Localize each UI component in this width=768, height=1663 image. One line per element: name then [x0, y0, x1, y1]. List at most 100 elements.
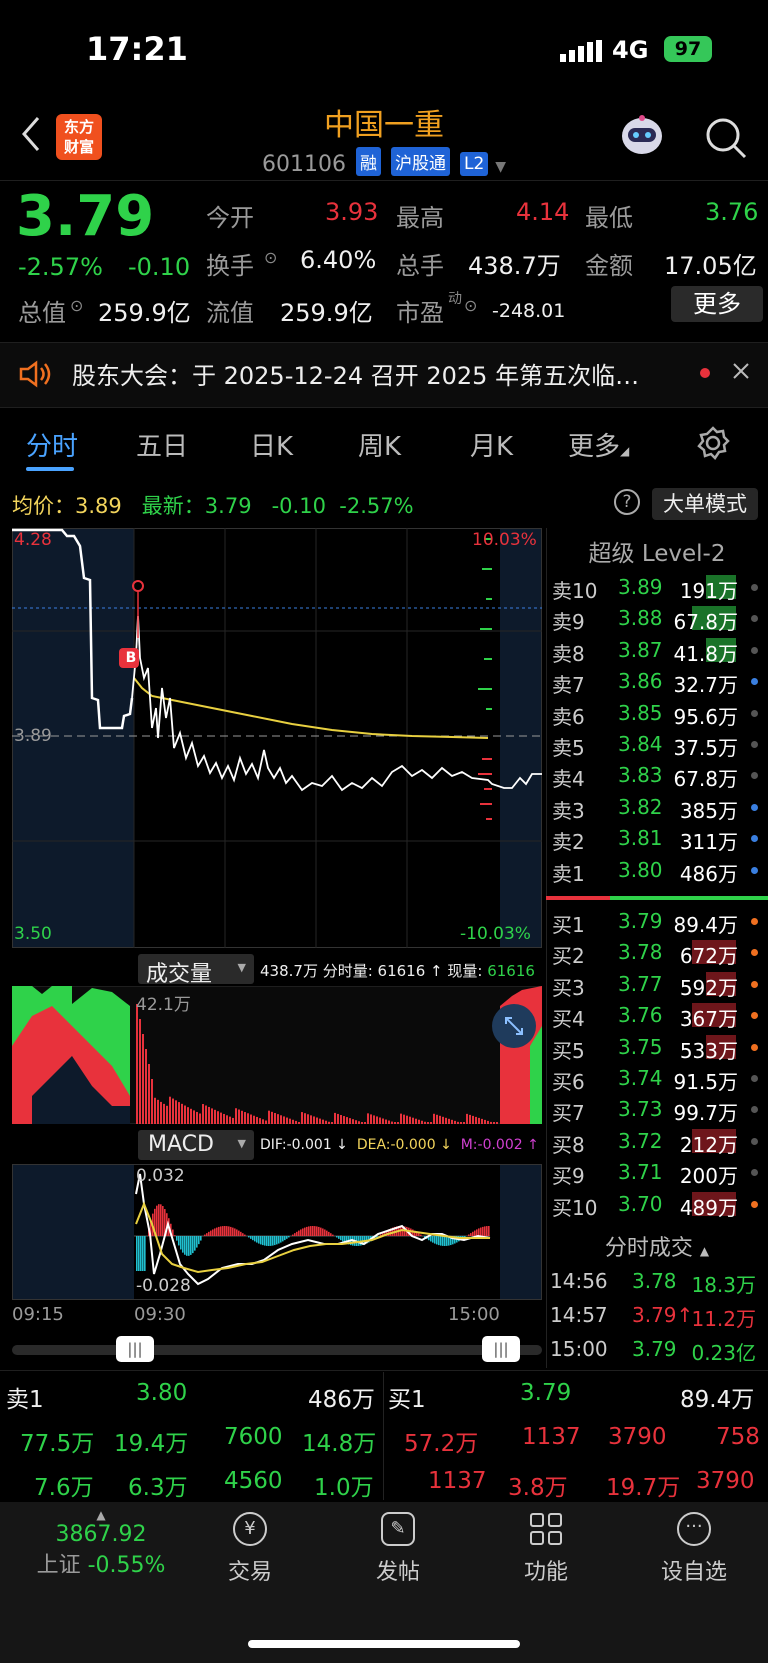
bid-row[interactable]: 买9 3.71 200万 [552, 1157, 764, 1188]
ask-volume: 486万 [679, 861, 738, 886]
help-icon[interactable]: ? [614, 489, 640, 515]
volume-bar [418, 1119, 420, 1124]
ask-row[interactable]: 卖7 3.86 32.7万 [552, 666, 764, 697]
settings-gear-icon[interactable] [696, 426, 730, 460]
ask-row[interactable]: 卖3 3.82 385万 [552, 792, 764, 823]
tab-intraday[interactable]: 分时 [26, 426, 78, 463]
volume-bar [427, 1122, 429, 1124]
close-icon[interactable] [732, 362, 750, 380]
strip-buy-price: 3.79 [520, 1380, 572, 1406]
macd-bar [306, 1226, 308, 1236]
expand-icon[interactable] [492, 1004, 536, 1048]
ask-row[interactable]: 卖1 3.80 486万 [552, 855, 764, 886]
stock-code-row[interactable]: 601106 融 沪股通 L2 ▼ [262, 147, 506, 177]
volume-bar [292, 1119, 294, 1124]
volume-bar [286, 1117, 288, 1124]
macd-bar [250, 1236, 252, 1239]
ask-row[interactable]: 卖6 3.85 95.6万 [552, 698, 764, 729]
ask-price: 3.85 [618, 700, 663, 725]
index-ticker[interactable]: ▲ 3867.92 上证 -0.55% [16, 1508, 186, 1579]
tab-monthly-k[interactable]: 月K [470, 426, 513, 463]
tab-more[interactable]: 更多◢ [568, 426, 629, 463]
pe-info-icon[interactable]: ⊙ [464, 296, 477, 315]
bid-row[interactable]: 买8 3.72 212万 [552, 1126, 764, 1157]
info-icon[interactable]: ⊙ [70, 296, 83, 315]
ask-volume: 67.8万 [673, 610, 738, 635]
bid-row[interactable]: 买2 3.78 672万 [552, 937, 764, 968]
volume-bar [403, 1114, 405, 1124]
amount-value: 17.05亿 [664, 252, 757, 280]
more-dots-icon: ··· [677, 1512, 711, 1546]
ask-level-label: 卖7 [552, 673, 585, 698]
bid-row[interactable]: 买7 3.73 99.7万 [552, 1094, 764, 1125]
macd-bar [312, 1226, 314, 1236]
range-slider-left-handle[interactable]: ||| [116, 1336, 154, 1362]
macd-bar [156, 1205, 158, 1236]
volume-bar [400, 1113, 402, 1124]
volume-bar [214, 1109, 216, 1124]
volume-bar [310, 1115, 312, 1124]
nav-watchlist[interactable]: ··· 设自选 [644, 1512, 744, 1586]
search-icon[interactable] [704, 116, 748, 160]
nav-post[interactable]: ✎ 发帖 [348, 1512, 448, 1586]
bid-row[interactable]: 买5 3.75 533万 [552, 1032, 764, 1063]
status-dot-icon [751, 1200, 758, 1208]
buy-marker[interactable]: B [121, 650, 141, 666]
orderbook-divider [546, 896, 768, 900]
tab-five-day[interactable]: 五日 [136, 426, 188, 463]
macd-bar [230, 1226, 232, 1236]
nav-trade[interactable]: ¥ 交易 [200, 1512, 300, 1586]
ask-row[interactable]: 卖4 3.83 67.8万 [552, 760, 764, 791]
macd-bar [328, 1231, 330, 1236]
grid-icon [529, 1512, 563, 1546]
ask-row[interactable]: 卖10 3.89 191万 [552, 572, 764, 603]
macd-bar [442, 1236, 444, 1246]
volume-chart[interactable] [11, 985, 543, 1125]
orderbook-title[interactable]: 超级 Level-2 [546, 534, 768, 568]
turnover-info-icon[interactable]: ⊙ [264, 248, 277, 267]
signal-icon [560, 40, 604, 62]
macd-bar [236, 1229, 238, 1236]
volume-bar [394, 1122, 396, 1124]
macd-bar [320, 1227, 322, 1236]
more-button[interactable]: 更多 [671, 286, 763, 322]
trades-title[interactable]: 分时成交 ▲ [546, 1230, 768, 1262]
tab-daily-k[interactable]: 日K [250, 426, 293, 463]
volume-bar [448, 1118, 450, 1124]
macd-selector[interactable]: MACD ▼ [138, 1130, 254, 1160]
tab-weekly-k[interactable]: 周K [358, 426, 401, 463]
ask-row[interactable]: 卖9 3.88 67.8万 [552, 603, 764, 634]
mcap-label: 总值 [18, 299, 66, 327]
range-slider-track[interactable] [12, 1345, 542, 1355]
macd-bar [240, 1231, 242, 1236]
strip-sell-vol: 486万 [308, 1387, 375, 1413]
range-slider-right-handle[interactable]: ||| [482, 1336, 520, 1362]
macd-bar [254, 1236, 256, 1242]
trade-time: 14:57 [550, 1303, 608, 1327]
big-order-mode-button[interactable]: 大单模式 [652, 488, 758, 520]
status-dot-icon [751, 918, 758, 925]
status-dot-icon [751, 866, 758, 874]
intraday-price-chart[interactable] [12, 528, 542, 948]
status-dot-icon [751, 741, 758, 748]
ask-row[interactable]: 卖5 3.84 37.5万 [552, 729, 764, 760]
ask-row[interactable]: 卖2 3.81 311万 [552, 823, 764, 854]
nav-functions[interactable]: 功能 [496, 1512, 596, 1586]
bid-row[interactable]: 买10 3.70 489万 [552, 1189, 764, 1220]
bid-row[interactable]: 买1 3.79 89.4万 [552, 906, 764, 937]
status-dot-icon [751, 835, 758, 843]
macd-bar [238, 1230, 240, 1236]
macd-chart[interactable] [12, 1164, 542, 1300]
volume-bar [379, 1117, 381, 1124]
volume-bar [454, 1120, 456, 1124]
bid-row[interactable]: 买6 3.74 91.5万 [552, 1063, 764, 1094]
bid-row[interactable]: 买3 3.77 592万 [552, 969, 764, 1000]
ask-row[interactable]: 卖8 3.87 41.8万 [552, 635, 764, 666]
macd-bar [440, 1236, 442, 1246]
robot-assistant-icon[interactable] [618, 112, 666, 158]
macd-bar [252, 1236, 254, 1241]
volume-bar [169, 1096, 171, 1124]
macd-bar [482, 1226, 484, 1236]
bid-row[interactable]: 买4 3.76 367万 [552, 1000, 764, 1031]
volume-selector[interactable]: 成交量 ▼ [138, 954, 254, 987]
